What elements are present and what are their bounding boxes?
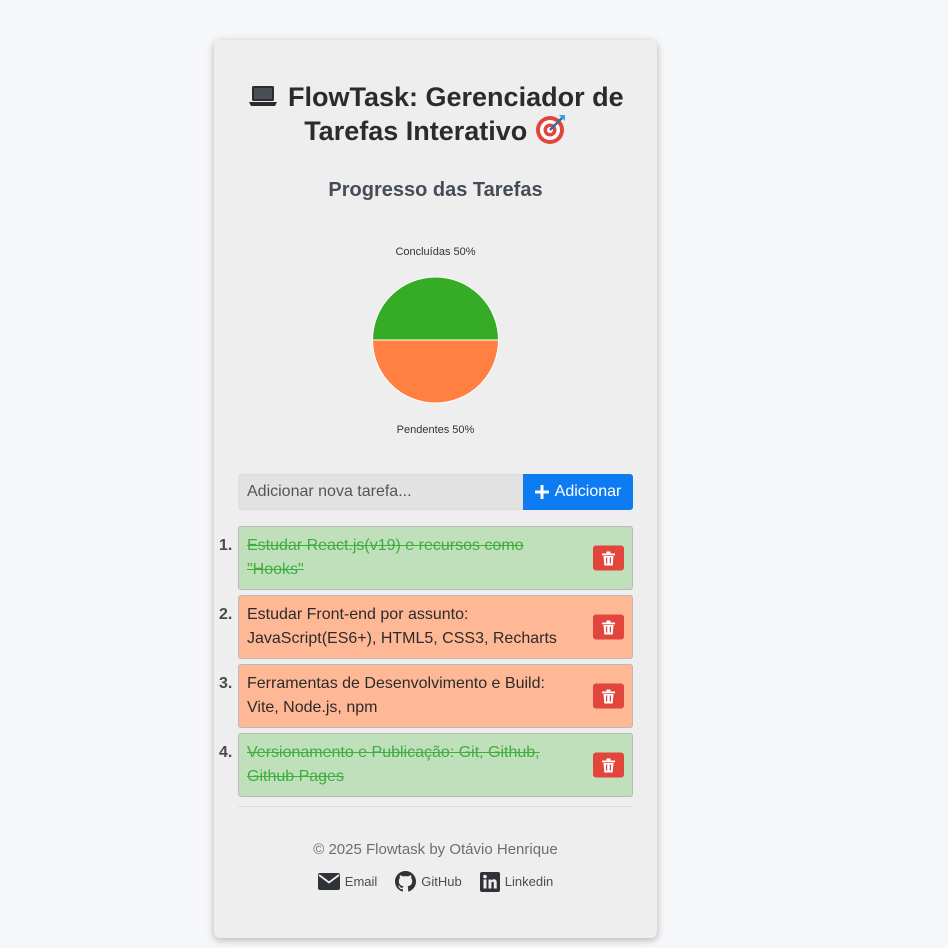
progress-chart: Concluídas 50% Pendentes 50% xyxy=(214,240,657,440)
delete-task-button[interactable] xyxy=(593,614,624,640)
task-number: 4. xyxy=(219,744,233,761)
new-task-input[interactable] xyxy=(238,474,523,510)
plus-icon xyxy=(534,485,549,499)
pie-slice-pendentes xyxy=(371,339,500,404)
page-title-text: FlowTask: Gerenciador de Tarefas Interat… xyxy=(288,82,624,146)
add-task-button[interactable]: Adicionar xyxy=(523,474,633,510)
linkedin-link-label: Linkedin xyxy=(504,874,554,889)
add-task-form: Adicionar xyxy=(238,474,633,510)
task-number: 3. xyxy=(219,675,233,692)
linkedin-link[interactable]: Linkedin xyxy=(479,871,554,892)
trash-icon xyxy=(602,758,615,772)
delete-task-button[interactable] xyxy=(593,752,624,778)
delete-task-button[interactable] xyxy=(593,683,624,709)
task-item[interactable]: 2. Estudar Front-end por assunto: JavaScr… xyxy=(219,595,633,659)
pie-label-pendentes: Pendentes 50% xyxy=(397,424,475,436)
email-link-label: Email xyxy=(344,874,378,889)
footer-divider xyxy=(238,806,633,807)
trash-icon xyxy=(602,551,615,565)
target-icon xyxy=(535,115,567,147)
page-title: FlowTask: Gerenciador de Tarefas Interat… xyxy=(214,82,657,147)
laptop-icon xyxy=(247,82,288,113)
task-text: Versionamento e Publicação: Git, Github,… xyxy=(247,744,540,785)
task-list: 1. Estudar React.js(v19) e recursos como … xyxy=(214,526,657,802)
footer-links: Email GitHub Linkedin xyxy=(214,871,657,892)
progress-heading: Progresso das Tarefas xyxy=(328,179,543,201)
task-text: Estudar Front-end por assunto: JavaScrip… xyxy=(247,606,557,647)
task-text: Estudar React.js(v19) e recursos como "H… xyxy=(247,537,524,578)
footer-copyright: © 2025 Flowtask by Otávio Henrique xyxy=(313,841,558,858)
app-card: FlowTask: Gerenciador de Tarefas Interat… xyxy=(214,40,657,938)
add-task-button-label: Adicionar xyxy=(554,483,622,500)
trash-icon xyxy=(602,689,615,703)
linkedin-icon xyxy=(479,871,500,892)
task-text: Ferramentas de Desenvolvimento e Build: … xyxy=(247,675,545,716)
task-item[interactable]: 3. Ferramentas de Desenvolvimento e Build… xyxy=(219,664,633,728)
github-link[interactable]: GitHub xyxy=(395,871,462,892)
envelope-icon xyxy=(317,873,340,890)
task-number: 2. xyxy=(219,606,233,623)
email-link[interactable]: Email xyxy=(317,871,378,892)
github-link-label: GitHub xyxy=(421,874,462,889)
delete-task-button[interactable] xyxy=(593,545,624,571)
github-icon xyxy=(395,871,417,892)
task-number: 1. xyxy=(219,537,233,554)
pie-slice-concluídas xyxy=(371,276,500,341)
trash-icon xyxy=(602,620,615,634)
pie-label-concluídas: Concluídas 50% xyxy=(395,246,475,258)
pie-chart: Concluídas 50% Pendentes 50% xyxy=(371,246,500,436)
task-item[interactable]: 1. Estudar React.js(v19) e recursos como … xyxy=(219,526,633,590)
task-item[interactable]: 4. Versionamento e Publicação: Git, Githu… xyxy=(219,733,633,797)
